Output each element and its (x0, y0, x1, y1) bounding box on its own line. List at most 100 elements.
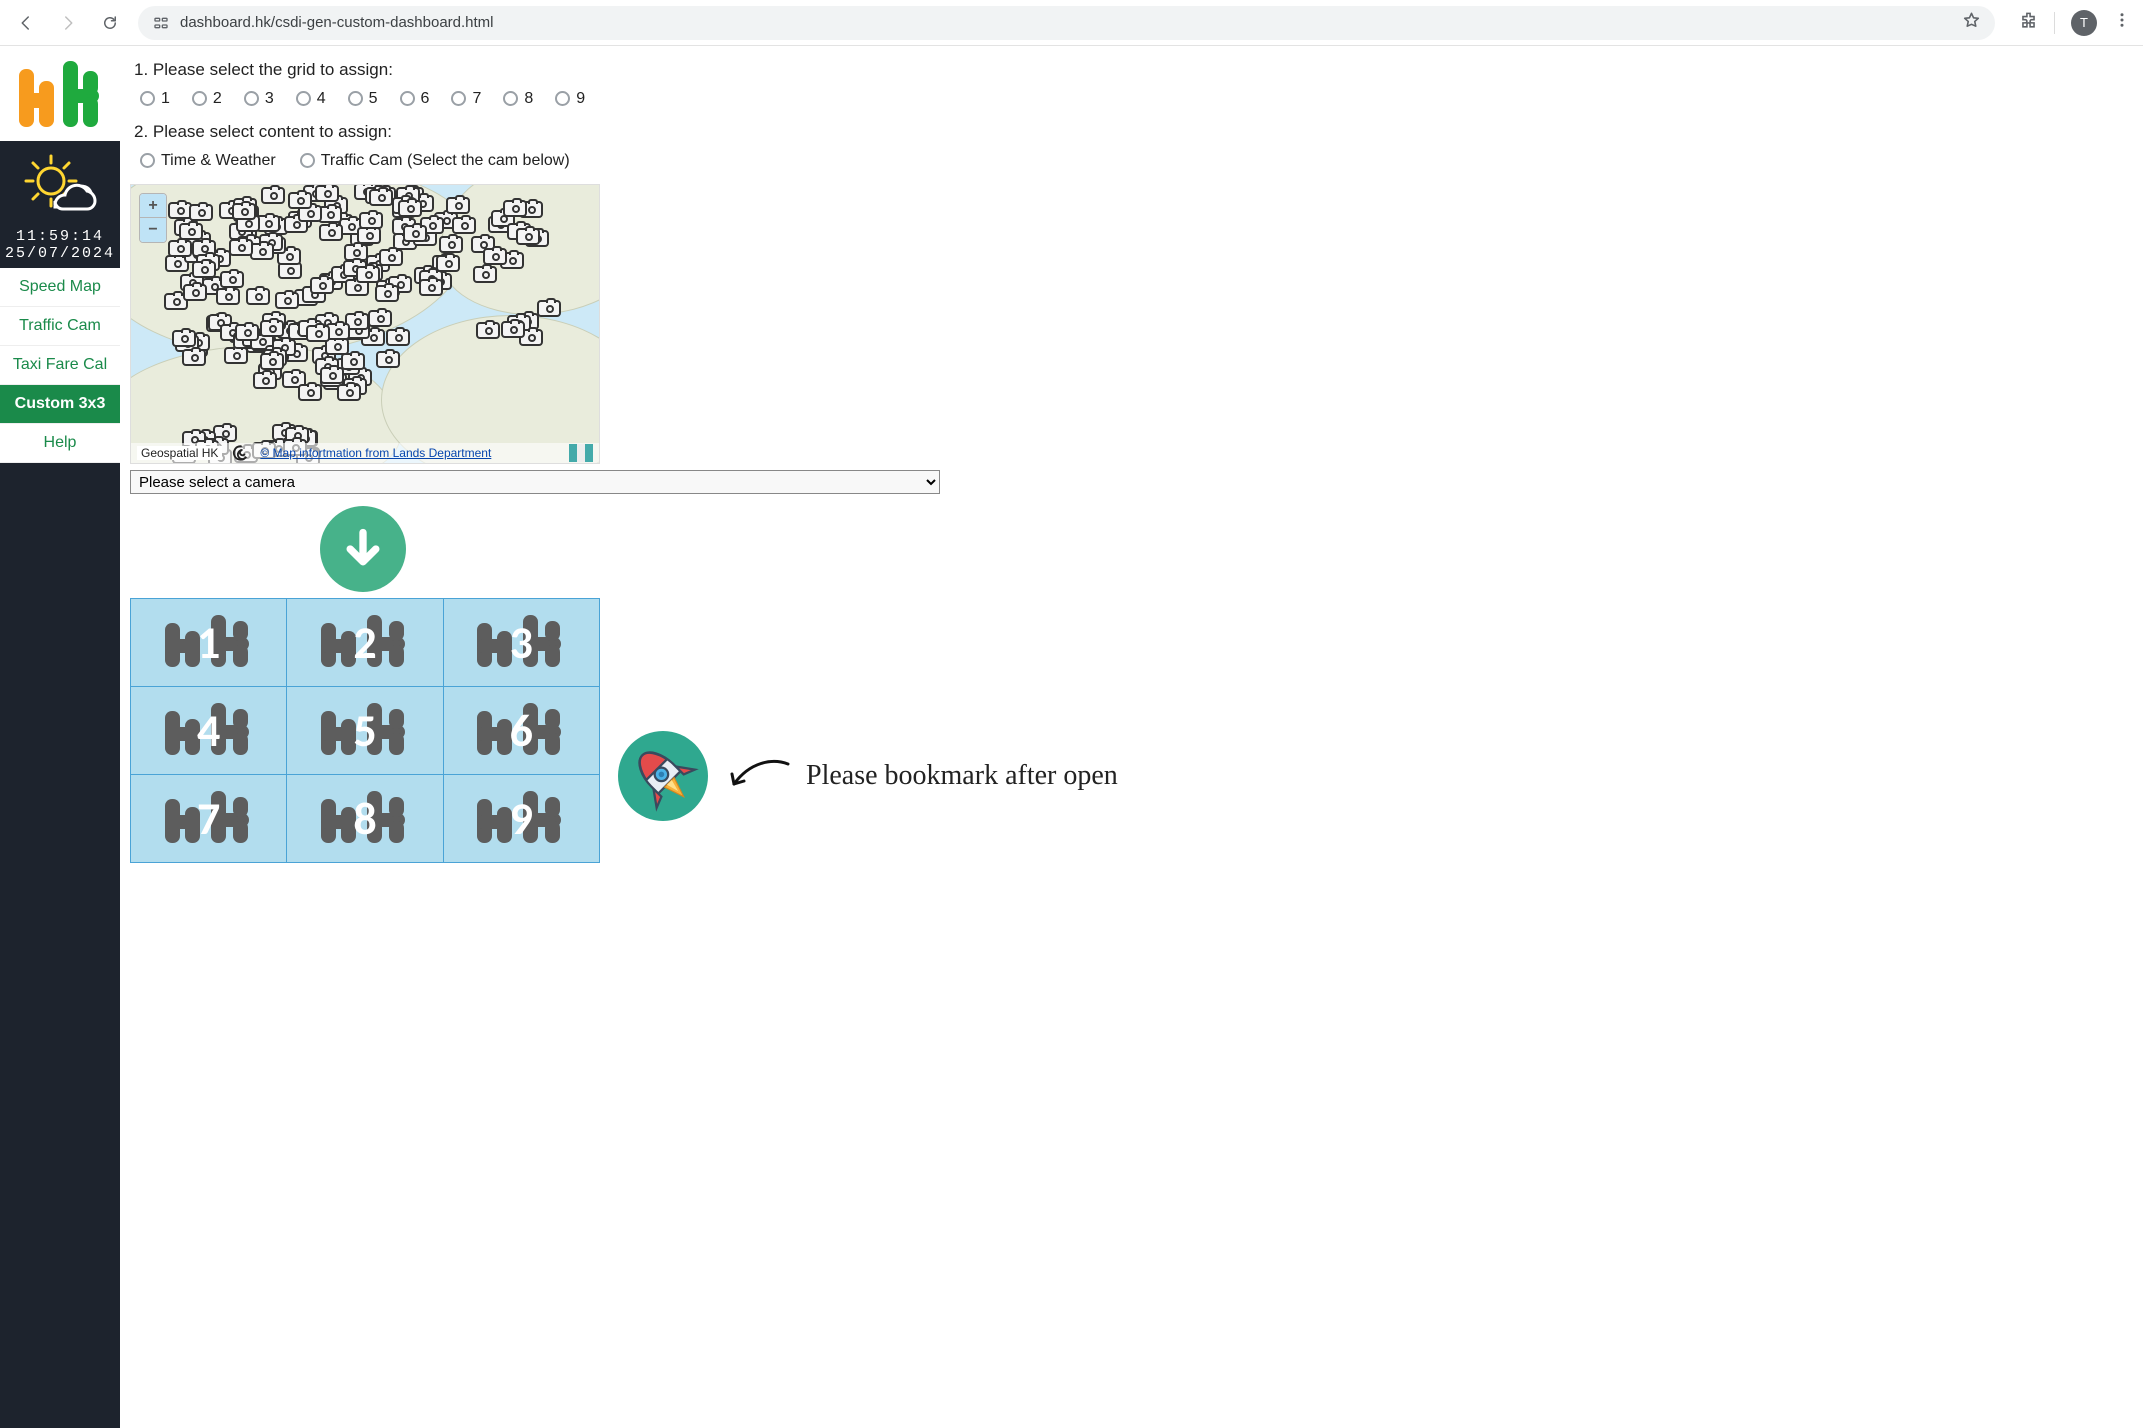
camera-marker[interactable] (452, 217, 476, 234)
camera-marker[interactable] (189, 204, 213, 221)
main-content: 1. Please select the grid to assign: 1 2… (120, 46, 2143, 1428)
grid-option-8[interactable]: 8 (503, 90, 533, 108)
browser-toolbar: dashboard.hk/csdi-gen-custom-dashboard.h… (0, 0, 2143, 46)
camera-marker[interactable] (288, 192, 312, 209)
bookmark-text: Please bookmark after open (806, 760, 1118, 792)
camera-marker[interactable] (260, 320, 284, 337)
app-logo[interactable] (0, 46, 120, 141)
camera-marker[interactable] (298, 384, 322, 401)
camera-marker[interactable] (261, 187, 285, 204)
camera-marker[interactable] (306, 325, 330, 342)
grid-slot-5[interactable]: 5 (287, 687, 443, 775)
camera-marker[interactable] (172, 330, 196, 347)
grid-slot-1[interactable]: 1 (131, 599, 287, 687)
grid-slot-4[interactable]: 4 (131, 687, 287, 775)
camera-marker[interactable] (235, 324, 259, 341)
grid-option-3[interactable]: 3 (244, 90, 274, 108)
nav-speed-map[interactable]: Speed Map (0, 268, 120, 307)
camera-marker[interactable] (356, 266, 380, 283)
extensions-icon[interactable] (2019, 11, 2038, 35)
camera-marker[interactable] (483, 248, 507, 265)
hand-arrow-icon (722, 756, 792, 796)
map-zoom-in-button[interactable]: + (140, 194, 166, 218)
camera-marker[interactable] (315, 185, 339, 202)
camera-marker[interactable] (375, 285, 399, 302)
kebab-menu-icon[interactable] (2113, 11, 2131, 34)
launch-button[interactable] (618, 731, 708, 821)
camera-marker[interactable] (310, 277, 334, 294)
camera-marker[interactable] (368, 310, 392, 327)
spiral-icon (232, 444, 250, 462)
camera-marker[interactable] (379, 249, 403, 266)
rocket-icon (627, 740, 699, 812)
grid-option-7[interactable]: 7 (451, 90, 481, 108)
back-button[interactable] (12, 9, 40, 37)
grid-slot-6[interactable]: 6 (443, 687, 599, 775)
camera-marker[interactable] (168, 240, 192, 257)
grid-option-6[interactable]: 6 (400, 90, 430, 108)
grid-option-2[interactable]: 2 (192, 90, 222, 108)
camera-marker[interactable] (232, 203, 256, 220)
map-attribution: Geospatial HK © Map infortmation from La… (131, 443, 599, 463)
reload-button[interactable] (96, 9, 124, 37)
camera-marker[interactable] (320, 367, 344, 384)
grid-slot-2[interactable]: 2 (287, 599, 443, 687)
content-option-traffic-cam[interactable]: Traffic Cam (Select the cam below) (300, 152, 570, 170)
camera-marker[interactable] (229, 239, 253, 256)
camera-marker[interactable] (260, 353, 284, 370)
grid-slot-9[interactable]: 9 (443, 775, 599, 863)
camera-marker[interactable] (369, 189, 393, 206)
camera-marker[interactable] (516, 228, 540, 245)
assign-arrow-button[interactable] (320, 506, 406, 592)
bookmark-star-icon[interactable] (1962, 11, 1981, 34)
camera-marker[interactable] (403, 225, 427, 242)
grid-slot-3[interactable]: 3 (443, 599, 599, 687)
camera-marker[interactable] (341, 353, 365, 370)
camera-marker[interactable] (473, 266, 497, 283)
profile-avatar[interactable]: T (2071, 10, 2097, 36)
camera-marker[interactable] (224, 347, 248, 364)
nav-help[interactable]: Help (0, 424, 120, 463)
grid-radio-group: 1 2 3 4 5 6 7 8 9 (140, 90, 2133, 108)
camera-marker[interactable] (359, 212, 383, 229)
camera-marker[interactable] (476, 322, 500, 339)
content-radio-group: Time & Weather Traffic Cam (Select the c… (140, 152, 2133, 170)
camera-marker[interactable] (386, 329, 410, 346)
grid-option-4[interactable]: 4 (296, 90, 326, 108)
camera-marker[interactable] (192, 261, 216, 278)
camera-marker[interactable] (319, 224, 343, 241)
camera-marker[interactable] (446, 197, 470, 214)
content-option-time-weather[interactable]: Time & Weather (140, 152, 276, 170)
map-attribution-link[interactable]: © Map infortmation from Lands Department (260, 446, 491, 460)
camera-marker[interactable] (253, 372, 277, 389)
nav-taxi-fare[interactable]: Taxi Fare Cal (0, 346, 120, 385)
site-settings-icon[interactable] (152, 14, 170, 32)
address-bar[interactable]: dashboard.hk/csdi-gen-custom-dashboard.h… (138, 6, 1995, 40)
camera-marker[interactable] (398, 200, 422, 217)
camera-marker[interactable] (503, 200, 527, 217)
camera-marker[interactable] (419, 279, 443, 296)
nav-traffic-cam[interactable]: Traffic Cam (0, 307, 120, 346)
camera-marker[interactable] (275, 292, 299, 309)
camera-marker[interactable] (337, 384, 361, 401)
camera-marker[interactable] (246, 288, 270, 305)
traffic-cam-map[interactable]: + − Geospatial HK © Map infortmation fro… (130, 184, 600, 464)
camera-marker[interactable] (439, 236, 463, 253)
nav-custom-3x3[interactable]: Custom 3x3 (0, 385, 120, 424)
camera-marker[interactable] (183, 284, 207, 301)
camera-marker[interactable] (216, 288, 240, 305)
camera-marker[interactable] (376, 351, 400, 368)
grid-option-5[interactable]: 5 (348, 90, 378, 108)
grid-slot-7[interactable]: 7 (131, 775, 287, 863)
grid-option-1[interactable]: 1 (140, 90, 170, 108)
camera-marker[interactable] (501, 321, 525, 338)
camera-marker[interactable] (250, 243, 274, 260)
camera-select[interactable]: Please select a camera (130, 470, 940, 494)
camera-marker[interactable] (537, 300, 561, 317)
camera-marker[interactable] (182, 349, 206, 366)
grid-option-9[interactable]: 9 (555, 90, 585, 108)
grid-slot-8[interactable]: 8 (287, 775, 443, 863)
sidebar-nav: Speed Map Traffic Cam Taxi Fare Cal Cust… (0, 268, 120, 463)
forward-button[interactable] (54, 9, 82, 37)
map-zoom-out-button[interactable]: − (140, 218, 166, 242)
